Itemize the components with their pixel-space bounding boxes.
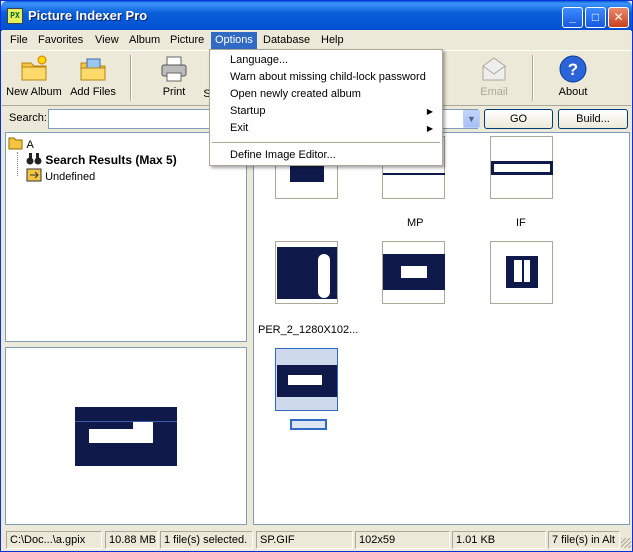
menu-item-exit-label: Exit [230, 122, 249, 134]
selected-caption-box[interactable] [290, 419, 327, 430]
tree-item-search-results-label: Search Results (Max 5) [45, 153, 177, 167]
thumbnail-image [383, 173, 445, 175]
thumbnail[interactable] [382, 241, 445, 304]
status-count: 7 file(s) in Alt [548, 531, 620, 549]
thumbnail-caption: PER_2_1280X102... [258, 324, 359, 336]
about-label: About [558, 86, 588, 98]
tree-root-label: A [26, 139, 34, 151]
thumbnail-caption: MP [407, 217, 424, 229]
maximize-button[interactable]: □ [585, 7, 606, 28]
thumbnail-image-shape [524, 260, 530, 282]
menu-help[interactable]: Help [317, 32, 348, 50]
svg-text:?: ? [568, 60, 578, 79]
menu-item-startup-label: Startup [230, 105, 266, 117]
submenu-arrow-icon: ▶ [426, 107, 433, 116]
thumbnail-image-shape [494, 164, 550, 172]
menu-view[interactable]: View [91, 32, 123, 50]
menu-separator [212, 142, 440, 143]
menu-item-language-label: Language... [230, 54, 289, 66]
menu-item-warn-child-lock[interactable]: Warn about missing child-lock password [211, 69, 441, 86]
thumbnail[interactable] [490, 241, 553, 304]
menu-item-open-new-album[interactable]: Open newly created album [211, 86, 441, 103]
status-filename: SP.GIF [256, 531, 353, 549]
menu-favorites[interactable]: Favorites [34, 32, 87, 50]
thumbnail[interactable] [490, 136, 553, 199]
help-icon: ? [559, 55, 587, 83]
toolbar-separator [130, 55, 132, 101]
app-icon[interactable]: PX [7, 8, 23, 24]
resize-grip[interactable] [621, 538, 631, 548]
window-title: Picture Indexer Pro [28, 8, 148, 23]
menu-database[interactable]: Database [259, 32, 314, 50]
new-album-icon [21, 55, 47, 81]
menu-item-startup[interactable]: Startup ▶ [211, 103, 441, 120]
status-file-size: 1.01 KB [452, 531, 546, 549]
thumbnail-image-shape [318, 254, 330, 298]
thumbnail-selected[interactable] [275, 348, 338, 411]
binoculars-icon [26, 153, 42, 165]
minimize-button[interactable]: _ [562, 7, 583, 28]
status-dimensions: 102x59 [355, 531, 450, 549]
menu-item-warn-child-lock-label: Warn about missing child-lock password [230, 71, 426, 83]
printer-icon [161, 56, 187, 82]
search-dropdown-button[interactable]: ▼ [463, 110, 480, 128]
status-selection: 1 file(s) selected. [160, 531, 253, 549]
thumbnail[interactable] [275, 241, 338, 304]
menu-album[interactable]: Album [125, 32, 164, 50]
email-icon [482, 57, 506, 81]
tree-item-undefined[interactable]: Undefined [26, 168, 95, 184]
status-bar: C:\Doc...\a.gpix 10.88 MB 1 file(s) sele… [2, 528, 631, 551]
menu-item-define-image-editor-label: Define Image Editor... [230, 149, 336, 161]
menu-file[interactable]: File [6, 32, 32, 50]
email-button[interactable]: Email [465, 54, 523, 104]
tree-item-undefined-label: Undefined [45, 171, 96, 183]
print-label: Print [162, 86, 186, 98]
preview-panel [5, 347, 247, 525]
print-button[interactable]: Print [145, 54, 203, 104]
menu-item-open-new-album-label: Open newly created album [230, 88, 361, 100]
build-button[interactable]: Build... [558, 109, 628, 129]
tree-root[interactable]: A [8, 136, 34, 152]
thumbnail-image [506, 256, 538, 288]
menu-picture[interactable]: Picture [166, 32, 208, 50]
go-button[interactable]: GO [484, 109, 553, 129]
close-button[interactable]: ✕ [608, 7, 629, 28]
search-label: Search: [9, 112, 47, 124]
menu-item-exit[interactable]: Exit ▶ [211, 120, 441, 137]
app-window: PX Picture Indexer Pro _ □ ✕ File Favori… [0, 0, 633, 552]
title-bar[interactable]: PX Picture Indexer Pro _ □ ✕ [1, 1, 632, 31]
thumbnail-image [290, 164, 324, 182]
preview-image[interactable] [75, 407, 177, 466]
tree-item-search-results[interactable]: Search Results (Max 5) [26, 152, 177, 168]
about-button[interactable]: ? About [544, 54, 602, 104]
thumbnail-image-shape [401, 266, 427, 278]
preview-image-shape [133, 421, 153, 443]
thumbnail-image-shape [288, 375, 322, 385]
menu-item-define-image-editor[interactable]: Define Image Editor... [211, 147, 441, 164]
add-files-icon [80, 58, 106, 81]
thumbnail-caption: IF [516, 217, 526, 229]
new-album-button[interactable]: New Album [5, 54, 63, 104]
submenu-arrow-icon: ▶ [426, 124, 433, 133]
new-album-label: New Album [6, 86, 62, 98]
menu-bar: File Favorites View Album Picture Option… [2, 30, 631, 50]
status-path: C:\Doc...\a.gpix [6, 531, 102, 549]
add-files-button[interactable]: Add Files [64, 54, 122, 104]
gallery-panel[interactable]: MP IF PER_2_1280X102... [253, 132, 630, 525]
email-label: Email [480, 86, 508, 98]
add-files-label: Add Files [70, 86, 116, 98]
status-db-size: 10.88 MB [105, 531, 158, 549]
options-menu: Language... Warn about missing child-loc… [209, 49, 443, 166]
tree-connector [17, 152, 18, 176]
preview-image-line [75, 421, 177, 422]
album-icon [26, 168, 42, 182]
toolbar-separator [532, 55, 534, 101]
thumbnail-image-shape [514, 260, 522, 282]
folder-open-icon [8, 137, 23, 150]
menu-item-language[interactable]: Language... [211, 52, 441, 69]
menu-options[interactable]: Options [211, 32, 257, 50]
